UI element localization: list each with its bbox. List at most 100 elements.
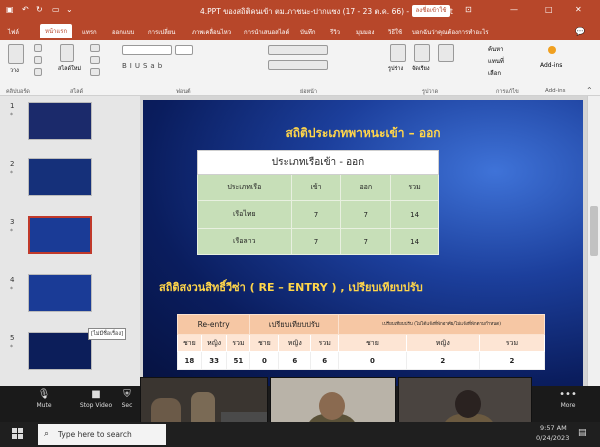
- thumb-number: 1: [10, 102, 15, 110]
- copy-icon[interactable]: [34, 56, 42, 64]
- paste-icon[interactable]: [8, 44, 24, 64]
- sub-female: หญิง: [405, 334, 480, 352]
- shapes-label[interactable]: รูปร่าง: [388, 65, 403, 73]
- security-button[interactable]: ⛨ Sec: [116, 388, 138, 409]
- row-lao-boat: เรือลาว: [197, 228, 292, 255]
- scrollbar-thumb[interactable]: [590, 206, 598, 256]
- thumb-star: *: [10, 112, 13, 119]
- tab-animations[interactable]: ภาพเคลื่อนไหว: [192, 27, 231, 37]
- slide-thumbnails-pane: 1 * 2 * 3 * 4 * 5 * [ไม่มีชื่อเรื่อง]: [0, 96, 140, 386]
- replace-button[interactable]: แทนที่: [488, 56, 504, 66]
- layout-icon[interactable]: [90, 44, 100, 52]
- tab-review[interactable]: รีวิว: [330, 27, 340, 37]
- section-icon[interactable]: [90, 68, 100, 76]
- shapes-icon[interactable]: [390, 44, 406, 62]
- group-slides: สไลด์: [70, 89, 84, 95]
- fine-address-header: เปรียบเทียบปรับ (ไม่ได้แจ้งที่พักอาศัย/ไ…: [338, 314, 545, 335]
- font-format-icons[interactable]: BIUSab: [122, 62, 165, 70]
- thumb-number: 5: [10, 334, 15, 342]
- cell-value: 7: [290, 200, 342, 229]
- shield-icon: ⛨: [123, 389, 131, 400]
- slide-canvas[interactable]: สถิติประเภทพาหนะเข้า – ออก ประเภทเรือเข้…: [143, 100, 583, 386]
- tab-record[interactable]: บันทึก: [300, 27, 316, 37]
- boat-table: ประเภทเรือเข้า - ออก ประเภทเรือ เข้า ออก…: [197, 150, 439, 255]
- tab-help[interactable]: วิธีใช้: [388, 27, 402, 37]
- value-cell: 0: [338, 351, 407, 370]
- windows-start-icon[interactable]: [12, 428, 24, 440]
- ribbon-display-icon[interactable]: ⊡: [465, 5, 472, 17]
- tab-slideshow[interactable]: การนำเสนอสไลด์: [244, 27, 289, 37]
- font-name-box[interactable]: [122, 45, 172, 55]
- sub-total: รวม: [478, 334, 546, 352]
- sub-female: หญิง: [200, 334, 228, 352]
- tab-insert[interactable]: แทรก: [82, 27, 97, 37]
- sub-male: ชาย: [249, 334, 280, 352]
- stop-video-label: Stop Video: [79, 402, 113, 409]
- undo-icon[interactable]: ↶: [22, 5, 29, 17]
- tab-design[interactable]: ออกแบบ: [112, 27, 134, 37]
- align-buttons[interactable]: [268, 60, 328, 70]
- reentry-header: Re-entry: [176, 314, 251, 335]
- redo-icon[interactable]: ↻: [36, 5, 43, 17]
- thumbnail-tooltip: [ไม่มีชื่อเรื่อง]: [88, 328, 127, 340]
- notifications-icon[interactable]: ▤: [578, 428, 587, 438]
- more-button[interactable]: ••• More: [548, 388, 588, 409]
- taskbar-search-box[interactable]: ⌕ Type here to search: [38, 424, 166, 445]
- tab-transitions[interactable]: การเปลี่ยน: [148, 27, 175, 37]
- format-painter-icon[interactable]: [34, 68, 42, 76]
- thumb-star: *: [10, 286, 13, 293]
- select-button[interactable]: เลือก: [488, 68, 501, 78]
- addins-icon[interactable]: [548, 46, 556, 54]
- minimize-button[interactable]: —: [510, 5, 518, 17]
- sign-in-button[interactable]: ลงชื่อเข้าใช้: [412, 5, 450, 17]
- group-clipboard: คลิปบอร์ด: [6, 89, 30, 95]
- slide-thumbnail-1[interactable]: [28, 102, 92, 140]
- addins-button[interactable]: Add-ins: [540, 62, 562, 69]
- start-slideshow-icon[interactable]: ▭: [52, 5, 60, 17]
- slide-thumbnail-2[interactable]: [28, 158, 92, 196]
- collapse-ribbon-icon[interactable]: ⌃: [586, 86, 593, 95]
- cut-icon[interactable]: [34, 44, 42, 52]
- arrange-icon[interactable]: [414, 44, 430, 62]
- taskbar: ⌕ Type here to search 9:57 AM 0/24/2023 …: [0, 422, 600, 447]
- ribbon-tabs: ไฟล์ หน้าแรก แทรก ออกแบบ การเปลี่ยน ภาพเ…: [0, 22, 600, 40]
- save-icon[interactable]: ▣: [6, 5, 14, 17]
- participant-head: [319, 392, 345, 420]
- cell-value: 14: [390, 200, 439, 229]
- value-cell: 2: [405, 351, 480, 370]
- find-button[interactable]: ค้นหา: [488, 44, 503, 54]
- stop-video-button[interactable]: ■ Stop Video: [76, 388, 116, 409]
- mute-button[interactable]: 🎙 Mute: [24, 388, 64, 409]
- cell-value: 7: [340, 200, 392, 229]
- thumb-star: *: [10, 344, 13, 351]
- tab-file[interactable]: ไฟล์: [8, 27, 19, 37]
- tab-home[interactable]: หน้าแรก: [40, 24, 73, 38]
- slide-thumbnail-5[interactable]: [28, 332, 92, 370]
- sub-total: รวม: [226, 334, 251, 352]
- slide-thumbnail-3[interactable]: [28, 216, 92, 254]
- more-dots-icon: •••: [559, 389, 577, 400]
- arrange-label[interactable]: จัดเรียง: [412, 65, 430, 73]
- value-cell: 2: [478, 351, 546, 370]
- cell-value: 7: [290, 228, 342, 255]
- reset-icon[interactable]: [90, 56, 100, 64]
- group-editing: การแก้ไข: [496, 89, 519, 95]
- paste-label[interactable]: วาง: [10, 67, 19, 75]
- tell-me-search[interactable]: บอกฉันว่าคุณต้องการทำอะไร: [412, 27, 489, 37]
- vertical-scrollbar[interactable]: [587, 96, 600, 386]
- tab-view[interactable]: มุมมอง: [356, 27, 374, 37]
- quick-styles-icon[interactable]: [438, 44, 454, 62]
- list-buttons[interactable]: [268, 45, 328, 55]
- new-slide-icon[interactable]: [60, 44, 74, 62]
- group-font: ฟอนต์: [176, 89, 191, 95]
- maximize-button[interactable]: □: [545, 5, 553, 17]
- thumb-number: 2: [10, 160, 15, 168]
- font-size-box[interactable]: [175, 45, 193, 55]
- slide-thumbnail-4[interactable]: [28, 274, 92, 312]
- close-button[interactable]: ✕: [575, 5, 582, 17]
- row-thai-boat: เรือไทย: [197, 200, 292, 229]
- value-cell: 6: [278, 351, 312, 370]
- customize-toolbar-icon[interactable]: ⌄: [66, 5, 73, 17]
- comments-icon[interactable]: 💬: [575, 27, 585, 36]
- new-slide-label[interactable]: สไลด์ใหม่: [58, 65, 81, 73]
